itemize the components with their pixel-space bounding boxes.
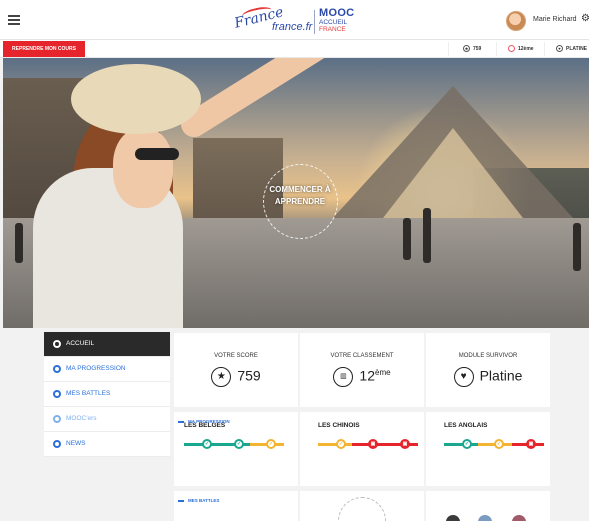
circle-icon: [53, 440, 61, 448]
score-value-row: ★ 759: [174, 367, 298, 387]
resume-course-button[interactable]: REPRENDRE MON COURS: [3, 41, 85, 57]
sidebar-item-news[interactable]: NEWS: [44, 432, 170, 457]
pyramid-light: [383, 128, 523, 218]
status-bar: REPRENDRE MON COURS ★ 759 12ème ♥ PLATINE: [0, 40, 589, 58]
score-card: VOTRE SCORE ★ 759: [174, 333, 298, 407]
score-value: 759: [237, 367, 261, 384]
sidebar-item-moocers[interactable]: MOOC'ers: [44, 407, 170, 432]
sidebar-item-label: NEWS: [66, 440, 86, 447]
check-icon: ✓: [462, 439, 472, 449]
hamburger-icon[interactable]: [8, 15, 20, 25]
star-icon: ★: [211, 367, 232, 387]
circle-icon: [53, 415, 61, 423]
team-card-chinois[interactable]: LES CHINOIS ✓ ▣ ▣: [300, 412, 424, 486]
sidebar-nav: ACCUEIL MA PROGRESSION MES BATTLES MOOC'…: [44, 332, 170, 457]
stat-score-value: 759: [473, 45, 482, 52]
stat-divider: [448, 42, 449, 56]
sunglasses: [135, 148, 179, 160]
hero-image: COMMENCER À APPRENDRE: [3, 58, 589, 328]
survivor-value-row: ♥ Platine: [426, 367, 550, 387]
lock-icon: ▣: [400, 439, 410, 449]
stat-score: ★ 759: [463, 45, 481, 52]
woman-arm: [176, 58, 352, 143]
heart-icon: ♥: [453, 367, 474, 387]
section-title-battles: MES BATTLES: [178, 498, 219, 503]
person: [423, 208, 431, 263]
sidebar-item-label: ACCUEIL: [66, 340, 95, 347]
rank-icon: [508, 45, 515, 52]
team-name: LES CHINOIS: [318, 422, 360, 429]
battles-card: [174, 491, 298, 521]
section-title-teams: MA PROGRESSION: [178, 419, 230, 424]
battle-ring: [338, 497, 386, 521]
pending-icon: ✓: [336, 439, 346, 449]
track-done: [444, 443, 478, 446]
avatar[interactable]: [478, 515, 492, 521]
score-caption: VOTRE SCORE: [214, 353, 258, 359]
logo-mooc: MOOC: [319, 7, 355, 19]
sidebar-item-label: MA PROGRESSION: [66, 365, 126, 372]
lock-icon: ▣: [526, 439, 536, 449]
survivor-caption: MODULE SURVIVOR: [458, 353, 518, 359]
track-pending: [318, 443, 352, 446]
top-header: France france.fr MOOC ACCUEIL FRANCE Mar…: [0, 0, 589, 40]
rank-value: 12: [359, 367, 375, 384]
circle-icon: [53, 390, 61, 398]
circle-icon: [53, 365, 61, 373]
person: [573, 223, 581, 271]
logo-accueil: ACCUEIL: [319, 19, 348, 26]
stat-level-value: PLATINE: [566, 45, 588, 52]
user-name[interactable]: Marie Richard: [533, 16, 577, 23]
rank-card: VOTRE CLASSEMENT ▥ 12ème: [300, 333, 424, 407]
sidebar-item-label: MOOC'ers: [66, 415, 97, 422]
bar-chart-icon: ▥: [333, 367, 354, 387]
star-icon: ★: [463, 45, 470, 52]
gear-icon[interactable]: ⚙: [581, 14, 589, 24]
cta-line-1: COMMENCER À: [269, 185, 331, 194]
person: [15, 223, 23, 263]
check-icon: ✓: [234, 439, 244, 449]
start-learning-cta[interactable]: COMMENCER À APPRENDRE: [255, 164, 345, 240]
logo-france: FRANCE: [319, 26, 346, 33]
circle-icon: [53, 340, 61, 348]
stat-rank: 12ème: [508, 45, 534, 52]
stat-divider: [496, 42, 497, 56]
check-icon: ✓: [202, 439, 212, 449]
team-progress-track: ✓ ✓ ✓: [184, 439, 284, 449]
sidebar-item-accueil[interactable]: ACCUEIL: [44, 332, 170, 357]
person: [403, 218, 411, 260]
woman-hat: [71, 64, 201, 134]
sidebar-item-label: MES BATTLES: [66, 390, 111, 397]
logo-site: france.fr: [272, 21, 313, 33]
survivor-value: Platine: [479, 367, 523, 384]
cta-label[interactable]: COMMENCER À APPRENDRE: [255, 184, 345, 208]
sidebar-item-progression[interactable]: MA PROGRESSION: [44, 357, 170, 382]
pending-icon: ✓: [266, 439, 276, 449]
stat-divider: [544, 42, 545, 56]
pending-icon: ✓: [494, 439, 504, 449]
survivor-card: MODULE SURVIVOR ♥ Platine: [426, 333, 550, 407]
stat-rank-value: 12ème: [518, 45, 534, 52]
avatar[interactable]: [446, 515, 460, 521]
heart-icon: ♥: [556, 45, 563, 52]
team-card-anglais[interactable]: LES ANGLAIS ✓ ✓ ▣: [426, 412, 550, 486]
rank-value-row: ▥ 12ème: [300, 367, 424, 387]
woman-face: [113, 128, 173, 208]
avatar[interactable]: [506, 11, 526, 31]
team-name: LES ANGLAIS: [444, 422, 488, 429]
sidebar-item-battles[interactable]: MES BATTLES: [44, 382, 170, 407]
site-logo[interactable]: France france.fr MOOC ACCUEIL FRANCE: [232, 4, 357, 36]
stat-level: ♥ PLATINE: [556, 45, 587, 52]
avatar[interactable]: [512, 515, 526, 521]
battles-card: [300, 491, 424, 521]
cta-line-2: APPRENDRE: [274, 197, 326, 206]
battles-card: [426, 491, 550, 521]
team-progress-track: ✓ ✓ ▣: [444, 439, 544, 449]
lock-icon: ▣: [368, 439, 378, 449]
team-progress-track: ✓ ▣ ▣: [318, 439, 418, 449]
logo-divider: [314, 10, 315, 34]
rank-suffix: ème: [375, 368, 391, 378]
rank-caption: VOTRE CLASSEMENT: [330, 353, 394, 359]
